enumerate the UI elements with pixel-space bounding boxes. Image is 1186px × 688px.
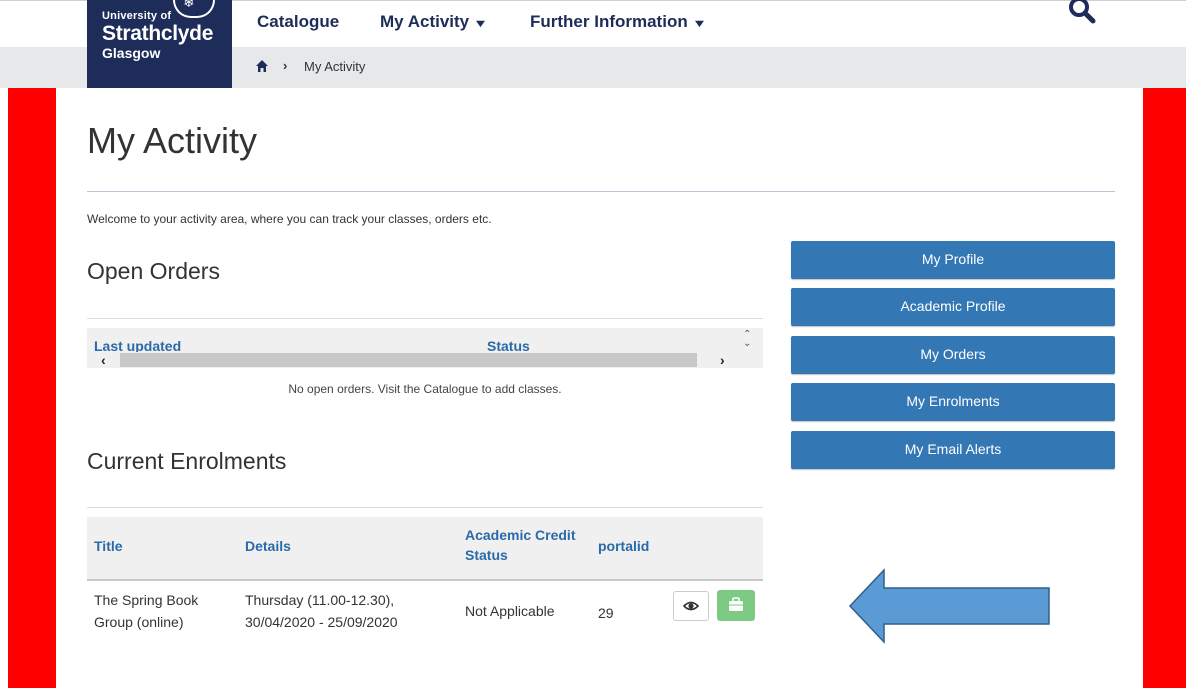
university-logo[interactable]: ❄ University of Strathclyde Glasgow <box>87 0 232 88</box>
my-enrolments-button[interactable]: My Enrolments <box>791 383 1115 421</box>
briefcase-icon <box>729 597 743 611</box>
enrolment-title: The Spring Book Group (online) <box>94 589 198 633</box>
logo-line-university-of: University of <box>102 10 172 22</box>
my-email-alerts-button[interactable]: My Email Alerts <box>791 431 1115 469</box>
logo-line-strathclyde: Strathclyde <box>102 22 214 45</box>
title-divider <box>87 191 1115 192</box>
chevron-down-icon: ▼ <box>472 18 489 30</box>
logo-line-glasgow: Glasgow <box>102 45 161 61</box>
no-orders-message: No open orders. Visit the Catalogue to a… <box>288 382 562 396</box>
welcome-text: Welcome to your activity area, where you… <box>87 212 492 226</box>
home-icon[interactable] <box>255 59 269 73</box>
annotation-left-arrow-icon <box>848 568 1050 644</box>
column-title[interactable]: Title <box>94 536 123 556</box>
open-orders-divider <box>87 318 763 319</box>
scrollbar-thumb[interactable] <box>120 353 697 367</box>
column-academic-credit-status[interactable]: Academic Credit Status <box>465 525 575 565</box>
column-portalid[interactable]: portalid <box>598 536 649 556</box>
enrolment-portalid: 29 <box>598 605 614 621</box>
scroll-right-icon[interactable]: › <box>720 352 725 368</box>
horizontal-scrollbar[interactable]: ‹ › <box>87 352 763 368</box>
nav-further-information-label: Further Information <box>530 12 688 31</box>
nav-catalogue-label: Catalogue <box>257 12 340 31</box>
scroll-left-icon[interactable]: ‹ <box>101 352 106 368</box>
column-details[interactable]: Details <box>245 536 291 556</box>
page-title: My Activity <box>87 120 258 161</box>
vertical-scroll-arrows-icon[interactable]: ⌃ ⌄ <box>743 330 751 349</box>
open-orders-heading: Open Orders <box>87 258 220 284</box>
nav-further-information[interactable]: Further Information ▼ <box>530 12 707 32</box>
table-row: The Spring Book Group (online) Thursday (… <box>87 581 763 641</box>
enrolment-title-line1: The Spring Book <box>94 592 199 608</box>
enrolment-title-line2: Group (online) <box>94 614 184 630</box>
crest-icon: ❄ <box>173 0 215 18</box>
enrolment-details-line1: Thursday (11.00-12.30), <box>245 592 395 608</box>
search-icon[interactable] <box>1068 0 1096 26</box>
current-enrolments-heading: Current Enrolments <box>87 448 287 474</box>
nav-my-activity-label: My Activity <box>380 12 470 31</box>
breadcrumb-separator-icon: › <box>283 58 288 73</box>
academic-profile-button[interactable]: Academic Profile <box>791 288 1115 326</box>
chevron-down-icon: ▼ <box>691 18 707 30</box>
nav-my-activity[interactable]: My Activity ▼ <box>380 12 489 32</box>
enrolments-divider <box>87 507 763 508</box>
column-credit-line1: Academic Credit <box>465 527 576 543</box>
enrolment-action-button[interactable] <box>717 590 755 621</box>
enrolment-details: Thursday (11.00-12.30), 30/04/2020 - 25/0… <box>245 589 398 633</box>
enrolments-table-header: Title Details Academic Credit Status port… <box>87 517 763 581</box>
column-credit-line2: Status <box>465 547 508 563</box>
left-red-bar <box>8 88 56 688</box>
view-enrolment-button[interactable] <box>673 591 709 621</box>
my-profile-button[interactable]: My Profile <box>791 241 1115 279</box>
nav-catalogue[interactable]: Catalogue <box>257 12 339 32</box>
eye-icon <box>682 601 700 611</box>
breadcrumb-current: My Activity <box>304 59 366 74</box>
enrolment-credit-status: Not Applicable <box>465 603 555 619</box>
right-red-bar <box>1143 88 1186 688</box>
enrolment-details-line2: 30/04/2020 - 25/09/2020 <box>245 614 398 630</box>
my-orders-button[interactable]: My Orders <box>791 336 1115 374</box>
